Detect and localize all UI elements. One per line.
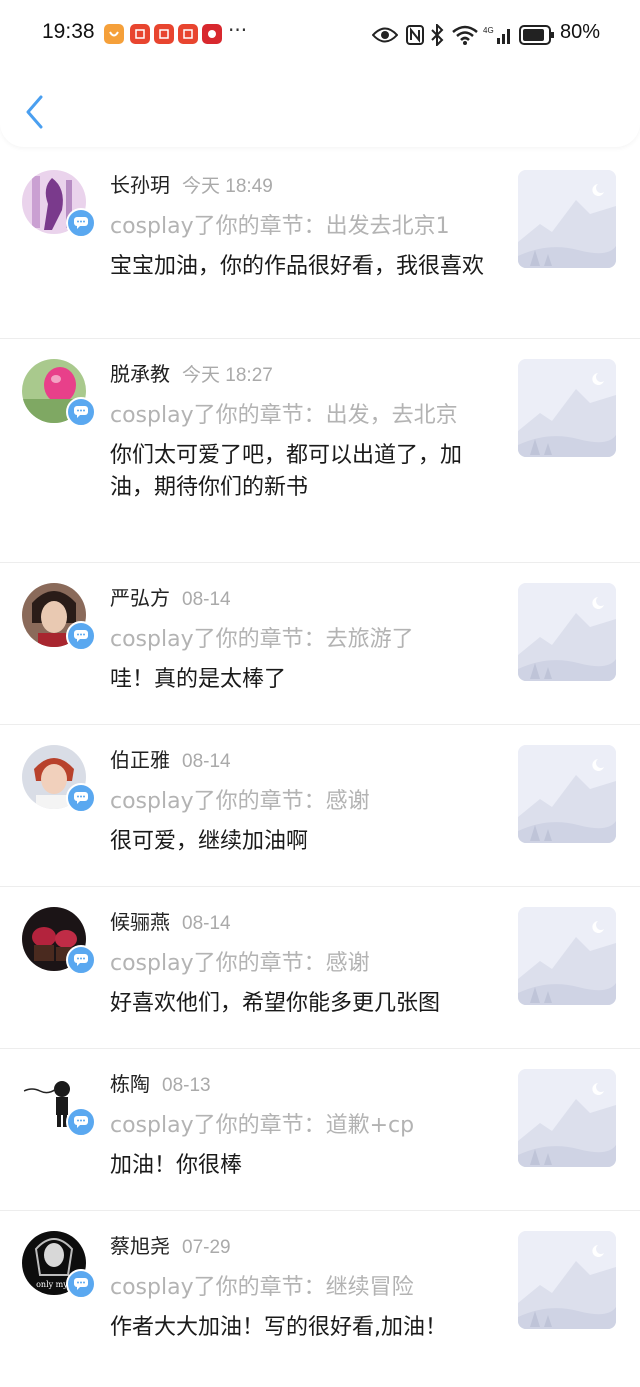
comment-date: 今天 18:49 bbox=[182, 176, 273, 197]
commenter-name[interactable]: 候骊燕 bbox=[110, 910, 170, 934]
comment-date: 08-13 bbox=[162, 1075, 211, 1096]
app-notification-icon bbox=[202, 24, 222, 44]
more-notifications-icon: ··· bbox=[228, 18, 248, 42]
avatar[interactable] bbox=[22, 745, 96, 813]
comment-badge-icon bbox=[66, 621, 96, 651]
comment-text: 宝宝加油，你的作品很好看，我很喜欢 bbox=[110, 254, 485, 279]
app-notification-icon bbox=[178, 24, 198, 44]
comment-badge-icon bbox=[66, 783, 96, 813]
comment-body: 伯正雅 08-14 cosplay了你的章节：感谢 很可爱，继续加油啊 bbox=[110, 745, 490, 858]
comment-item[interactable]: 伯正雅 08-14 cosplay了你的章节：感谢 很可爱，继续加油啊 bbox=[0, 725, 640, 887]
signal-icon: 4G bbox=[482, 18, 514, 52]
commenter-name[interactable]: 蔡旭尧 bbox=[110, 1234, 170, 1258]
comment-body: 长孙玥 今天 18:49 cosplay了你的章节：出发去北京1 宝宝加油，你的作… bbox=[110, 170, 490, 283]
comment-list: 长孙玥 今天 18:49 cosplay了你的章节：出发去北京1 宝宝加油，你的作… bbox=[0, 150, 640, 1381]
comment-text: 你们太可爱了吧，都可以出道了，加油，期待你们的新书 bbox=[110, 443, 463, 500]
status-time: 19:38 bbox=[42, 20, 95, 43]
comment-badge-icon bbox=[66, 1269, 96, 1299]
avatar[interactable] bbox=[22, 359, 96, 427]
chapter-thumbnail[interactable] bbox=[518, 745, 616, 843]
svg-text:4G: 4G bbox=[483, 26, 494, 35]
comment-body: 脱承教 今天 18:27 cosplay了你的章节：出发，去北京 你们太可爱了吧，… bbox=[110, 359, 490, 504]
avatar[interactable]: only mys bbox=[22, 1231, 96, 1299]
comment-body: 严弘方 08-14 cosplay了你的章节：去旅游了 哇！真的是太棒了 bbox=[110, 583, 490, 696]
comment-item[interactable]: 长孙玥 今天 18:49 cosplay了你的章节：出发去北京1 宝宝加油，你的作… bbox=[0, 150, 640, 339]
comment-body: 栋陶 08-13 cosplay了你的章节：道歉+cp 加油！你很棒 bbox=[110, 1069, 490, 1182]
image-placeholder-icon bbox=[518, 170, 616, 268]
chapter-thumbnail[interactable] bbox=[518, 1231, 616, 1329]
avatar[interactable] bbox=[22, 1069, 96, 1137]
chevron-left-icon bbox=[26, 95, 43, 129]
comment-date: 08-14 bbox=[182, 751, 231, 772]
comment-text: 哇！真的是太棒了 bbox=[110, 667, 287, 692]
battery-icon bbox=[518, 18, 556, 52]
image-placeholder-icon bbox=[518, 1231, 616, 1329]
comment-date: 07-29 bbox=[182, 1237, 231, 1258]
app-notification-icon bbox=[154, 24, 174, 44]
chapter-thumbnail[interactable] bbox=[518, 583, 616, 681]
comment-text: 作者大大加油！写的很好看,加油！ bbox=[110, 1315, 447, 1340]
comment-badge-icon bbox=[66, 208, 96, 238]
bluetooth-icon bbox=[428, 18, 446, 52]
app-notification-icon bbox=[104, 24, 124, 44]
comment-date: 08-14 bbox=[182, 913, 231, 934]
commenter-name[interactable]: 伯正雅 bbox=[110, 748, 170, 772]
comment-date: 08-14 bbox=[182, 589, 231, 610]
image-placeholder-icon bbox=[518, 359, 616, 457]
quoted-chapter: cosplay了你的章节：感谢 bbox=[110, 951, 370, 976]
chapter-thumbnail[interactable] bbox=[518, 907, 616, 1005]
comment-item[interactable]: only mys 蔡旭尧 07-29 cosplay了你的章节：继续冒险 作者大大… bbox=[0, 1211, 640, 1381]
comment-badge-icon bbox=[66, 945, 96, 975]
comment-badge-icon bbox=[66, 1107, 96, 1137]
comment-item[interactable]: 脱承教 今天 18:27 cosplay了你的章节：出发，去北京 你们太可爱了吧，… bbox=[0, 339, 640, 563]
app-notification-icon bbox=[130, 24, 150, 44]
comment-text: 很可爱，继续加油啊 bbox=[110, 829, 309, 854]
comment-item[interactable]: 严弘方 08-14 cosplay了你的章节：去旅游了 哇！真的是太棒了 bbox=[0, 563, 640, 725]
chapter-thumbnail[interactable] bbox=[518, 1069, 616, 1167]
avatar[interactable] bbox=[22, 907, 96, 975]
quoted-chapter: cosplay了你的章节：继续冒险 bbox=[110, 1275, 414, 1300]
comment-item[interactable]: 栋陶 08-13 cosplay了你的章节：道歉+cp 加油！你很棒 bbox=[0, 1049, 640, 1211]
comment-item[interactable]: 候骊燕 08-14 cosplay了你的章节：感谢 好喜欢他们，希望你能多更几张图 bbox=[0, 887, 640, 1049]
image-placeholder-icon bbox=[518, 1069, 616, 1167]
avatar[interactable] bbox=[22, 583, 96, 651]
commenter-name[interactable]: 脱承教 bbox=[110, 362, 170, 386]
quoted-chapter: cosplay了你的章节：出发，去北京 bbox=[110, 403, 458, 428]
status-bar: 19:38 ··· 4G 80% bbox=[0, 0, 640, 70]
commenter-name[interactable]: 栋陶 bbox=[110, 1072, 150, 1096]
battery-level: 80% bbox=[559, 21, 600, 43]
nfc-icon bbox=[404, 18, 426, 52]
quoted-chapter: cosplay了你的章节：道歉+cp bbox=[110, 1113, 415, 1138]
avatar[interactable] bbox=[22, 170, 96, 238]
comment-date: 今天 18:27 bbox=[182, 365, 273, 386]
comment-text: 加油！你很棒 bbox=[110, 1153, 243, 1178]
quoted-chapter: cosplay了你的章节：出发去北京1 bbox=[110, 214, 450, 239]
quoted-chapter: cosplay了你的章节：感谢 bbox=[110, 789, 370, 814]
comment-body: 候骊燕 08-14 cosplay了你的章节：感谢 好喜欢他们，希望你能多更几张图 bbox=[110, 907, 490, 1020]
comment-badge-icon bbox=[66, 397, 96, 427]
back-button[interactable] bbox=[20, 92, 50, 132]
comment-body: 蔡旭尧 07-29 cosplay了你的章节：继续冒险 作者大大加油！写的很好看,… bbox=[110, 1231, 490, 1344]
chapter-thumbnail[interactable] bbox=[518, 359, 616, 457]
commenter-name[interactable]: 长孙玥 bbox=[110, 173, 170, 197]
image-placeholder-icon bbox=[518, 907, 616, 1005]
wifi-icon bbox=[450, 18, 480, 52]
eye-icon bbox=[370, 18, 400, 52]
commenter-name[interactable]: 严弘方 bbox=[110, 586, 170, 610]
image-placeholder-icon bbox=[518, 745, 616, 843]
quoted-chapter: cosplay了你的章节：去旅游了 bbox=[110, 627, 414, 652]
top-bar: 19:38 ··· 4G 80% bbox=[0, 0, 640, 147]
comment-text: 好喜欢他们，希望你能多更几张图 bbox=[110, 991, 441, 1016]
image-placeholder-icon bbox=[518, 583, 616, 681]
chapter-thumbnail[interactable] bbox=[518, 170, 616, 268]
